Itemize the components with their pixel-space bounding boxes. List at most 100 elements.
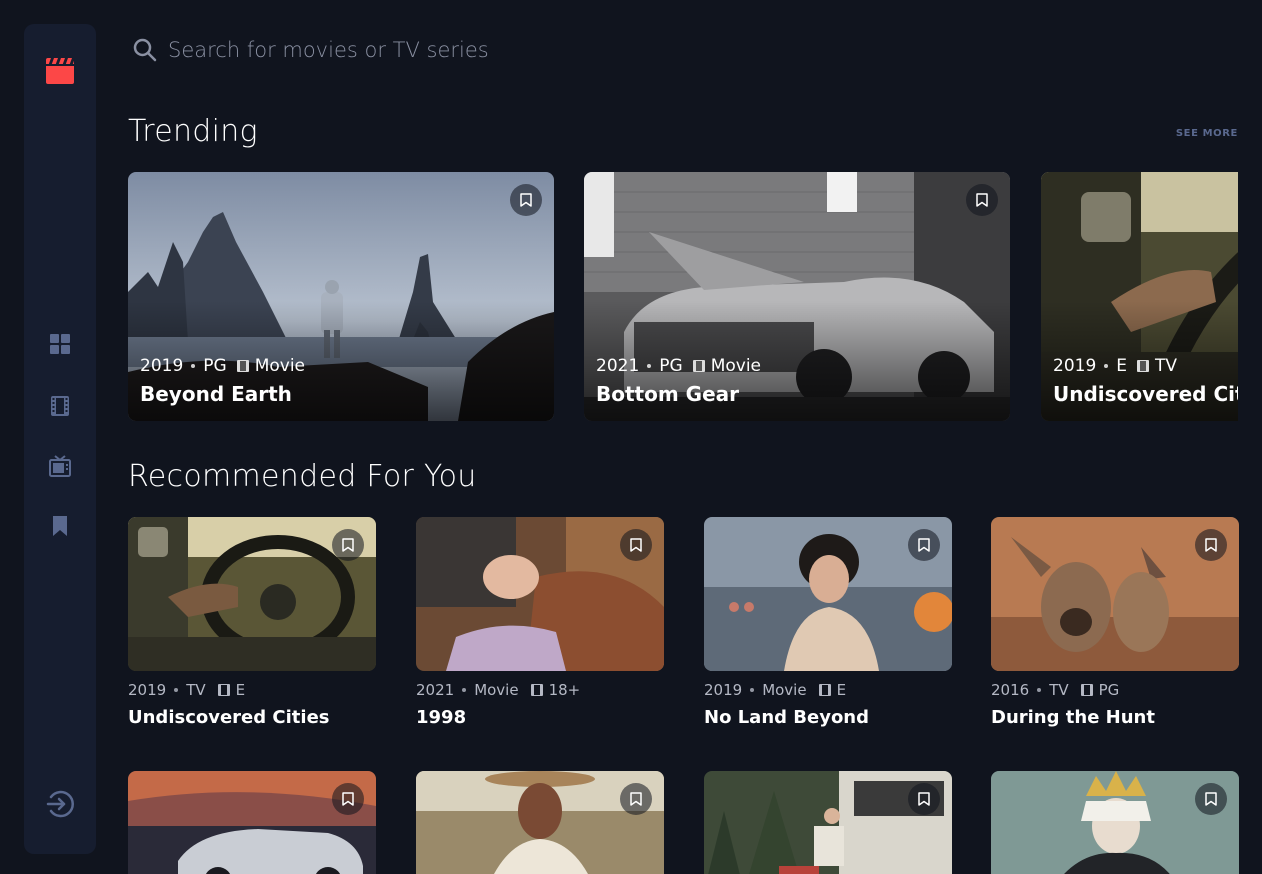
bookmark-outline-icon bbox=[342, 538, 354, 552]
nav-movies[interactable] bbox=[48, 394, 72, 418]
recommended-card[interactable] bbox=[416, 771, 664, 874]
card-category: Movie bbox=[762, 681, 807, 699]
recommended-card[interactable]: 2021 Movie 18+ 1998 bbox=[416, 517, 664, 728]
bookmark-button[interactable] bbox=[1195, 529, 1227, 561]
logout-button[interactable] bbox=[44, 788, 76, 820]
separator-dot bbox=[750, 688, 755, 692]
card-year: 2016 bbox=[991, 681, 1030, 699]
search-icon bbox=[133, 38, 157, 62]
login-arrow-icon bbox=[46, 790, 74, 818]
card-title: No Land Beyond bbox=[704, 707, 870, 728]
bookmark-button[interactable] bbox=[510, 184, 542, 216]
recommended-card[interactable]: 2019 Movie E No Land Beyond bbox=[704, 517, 952, 728]
nav-bookmarks[interactable] bbox=[48, 514, 72, 538]
film-icon bbox=[51, 396, 69, 416]
trending-card[interactable]: 2019 E TV Undiscovered Cities bbox=[1041, 172, 1238, 421]
clapperboard-icon[interactable] bbox=[44, 58, 76, 84]
card-category: Movie bbox=[254, 356, 306, 376]
separator-dot bbox=[174, 688, 179, 692]
bookmark-button[interactable] bbox=[1195, 783, 1227, 815]
card-thumbnail bbox=[416, 771, 664, 874]
card-rating: 18+ bbox=[548, 681, 581, 699]
tv-icon bbox=[1080, 684, 1093, 696]
film-icon bbox=[818, 684, 831, 696]
card-year: 2021 bbox=[596, 356, 640, 376]
film-icon bbox=[692, 360, 705, 372]
trending-card[interactable]: 2019 PG Movie Beyond Earth bbox=[128, 172, 554, 421]
card-category: TV bbox=[1049, 681, 1069, 699]
card-title: Bottom Gear bbox=[596, 382, 739, 406]
card-rating: E bbox=[235, 681, 246, 699]
separator-dot bbox=[1037, 688, 1042, 692]
recommended-card[interactable]: 2016 TV PG During the Hunt bbox=[991, 517, 1239, 728]
trending-carousel[interactable]: 2019 PG Movie Beyond Earth 2021 PG Movie… bbox=[128, 172, 1238, 421]
bookmark-button[interactable] bbox=[620, 529, 652, 561]
bookmark-button[interactable] bbox=[620, 783, 652, 815]
nav-home[interactable] bbox=[48, 332, 72, 356]
separator-dot bbox=[1104, 364, 1109, 368]
search-bar bbox=[132, 30, 1232, 70]
bookmark-outline-icon bbox=[918, 538, 930, 552]
recommended-card[interactable] bbox=[991, 771, 1239, 874]
bookmark-outline-icon bbox=[520, 193, 532, 207]
card-category: Movie bbox=[710, 356, 762, 376]
bookmark-outline-icon bbox=[918, 792, 930, 806]
card-rating: E bbox=[836, 681, 847, 699]
card-title: Undiscovered Cities bbox=[128, 707, 330, 728]
recommended-card[interactable]: 2019 TV E Undiscovered Cities bbox=[128, 517, 376, 728]
card-title: Undiscovered Cities bbox=[1053, 382, 1238, 406]
bookmark-outline-icon bbox=[630, 792, 642, 806]
trending-card[interactable]: 2021 PG Movie Bottom Gear bbox=[584, 172, 1010, 421]
card-thumbnail bbox=[704, 517, 952, 671]
bookmark-outline-icon bbox=[1205, 792, 1217, 806]
card-thumbnail bbox=[991, 517, 1239, 671]
card-meta: 2019 E TV bbox=[1053, 356, 1177, 376]
recommended-card[interactable] bbox=[128, 771, 376, 874]
separator-dot bbox=[647, 364, 652, 368]
bookmark-icon bbox=[53, 516, 67, 536]
card-thumbnail bbox=[991, 771, 1239, 874]
card-category: TV bbox=[186, 681, 206, 699]
card-thumbnail bbox=[128, 517, 376, 671]
film-icon bbox=[236, 360, 249, 372]
card-title: During the Hunt bbox=[991, 707, 1155, 728]
card-rating: E bbox=[1116, 356, 1128, 376]
search-input[interactable] bbox=[168, 32, 1068, 68]
nav-tv-series[interactable] bbox=[48, 454, 72, 478]
card-meta: 2021 Movie 18+ bbox=[416, 681, 664, 699]
card-title: 1998 bbox=[416, 707, 467, 728]
trending-heading: Trending bbox=[128, 114, 258, 149]
card-rating: PG bbox=[1098, 681, 1120, 699]
card-year: 2019 bbox=[704, 681, 743, 699]
bookmark-outline-icon bbox=[342, 792, 354, 806]
separator-dot bbox=[462, 688, 467, 692]
film-icon bbox=[530, 684, 543, 696]
bookmark-button[interactable] bbox=[908, 783, 940, 815]
bookmark-button[interactable] bbox=[966, 184, 998, 216]
card-meta: 2021 PG Movie bbox=[596, 356, 761, 376]
card-meta: 2019 TV E bbox=[128, 681, 376, 699]
card-thumbnail bbox=[704, 771, 952, 874]
card-meta: 2016 TV PG bbox=[991, 681, 1239, 699]
bookmark-button[interactable] bbox=[332, 529, 364, 561]
card-year: 2021 bbox=[416, 681, 455, 699]
bookmark-outline-icon bbox=[976, 193, 988, 207]
card-year: 2019 bbox=[128, 681, 167, 699]
separator-dot bbox=[191, 364, 196, 368]
recommended-card[interactable] bbox=[704, 771, 952, 874]
card-year: 2019 bbox=[140, 356, 184, 376]
film-icon bbox=[217, 684, 230, 696]
card-rating: PG bbox=[203, 356, 227, 376]
card-thumbnail bbox=[128, 771, 376, 874]
card-category: TV bbox=[1155, 356, 1178, 376]
card-title: Beyond Earth bbox=[140, 382, 292, 406]
see-more-link[interactable]: SEE MORE bbox=[1176, 128, 1238, 139]
bookmark-button[interactable] bbox=[908, 529, 940, 561]
bookmark-button[interactable] bbox=[332, 783, 364, 815]
card-category: Movie bbox=[474, 681, 519, 699]
card-meta: 2019 Movie E bbox=[704, 681, 952, 699]
card-year: 2019 bbox=[1053, 356, 1097, 376]
tv-icon bbox=[49, 455, 71, 477]
bookmark-outline-icon bbox=[630, 538, 642, 552]
bookmark-outline-icon bbox=[1205, 538, 1217, 552]
